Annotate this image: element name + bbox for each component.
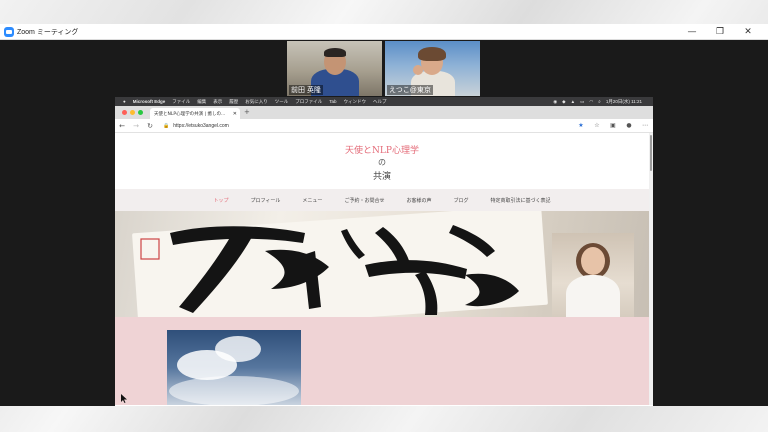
menu-window[interactable]: ウィンドウ <box>344 99 367 105</box>
profile-photo <box>552 233 634 317</box>
lock-icon: 🔒 <box>163 122 170 129</box>
menubar-status-area: ◉ ◆ ▲ ▭ ◠ ⌕ 1月20日(水) 11:21 <box>553 99 647 105</box>
restore-button[interactable]: ❐ <box>706 24 734 40</box>
site-title-line3: 共演 <box>372 172 391 182</box>
close-window-button[interactable] <box>122 110 127 115</box>
close-tab-icon[interactable]: ✕ <box>233 111 237 117</box>
forward-icon[interactable]: → <box>129 122 143 130</box>
url-text: https://etsuko3angel.com <box>173 122 229 129</box>
menu-history[interactable]: 履歴 <box>229 99 238 105</box>
content-section <box>115 317 649 405</box>
brush-stroke <box>465 273 519 307</box>
profile-icon[interactable]: ● <box>621 122 637 129</box>
nav-booking[interactable]: ご予約・お問合せ <box>344 197 384 204</box>
collections-icon[interactable]: ▣ <box>605 122 621 129</box>
participant-hand <box>413 65 423 75</box>
menubar-app-name[interactable]: Microsoft Edge <box>133 99 166 104</box>
status-icon[interactable]: ◆ <box>562 99 565 105</box>
nav-testimonials[interactable]: お客様の声 <box>406 197 431 204</box>
participant-name: えつこ@東京 <box>387 85 433 95</box>
close-button[interactable]: ✕ <box>734 24 762 40</box>
refresh-icon[interactable]: ↻ <box>143 122 157 130</box>
participant-tile[interactable]: えつこ@東京 <box>385 41 480 96</box>
nav-top[interactable]: トップ <box>214 197 229 204</box>
more-menu-icon[interactable]: ⋯ <box>637 122 653 129</box>
brush-stroke <box>265 249 329 289</box>
shared-screen: ● Microsoft Edge ファイル 編集 表示 履歴 お気に入り ツール… <box>115 97 653 406</box>
page-scrollbar[interactable] <box>649 133 653 405</box>
hero-banner <box>115 211 649 317</box>
angel-cloud-image[interactable] <box>167 330 301 405</box>
browser-tab[interactable]: 天使とNLP心理学の共演 | 癒しの... ✕ <box>150 108 240 119</box>
window-controls: — ❐ ✕ <box>678 24 762 40</box>
wifi-icon[interactable]: ◠ <box>589 99 593 105</box>
participant-name: 前田 英隆 <box>289 85 323 95</box>
nav-menu[interactable]: メニュー <box>302 197 322 204</box>
photo-face <box>581 247 605 275</box>
cloud-shape <box>215 336 261 362</box>
photo-blouse <box>566 275 620 317</box>
menu-tools[interactable]: ツール <box>275 99 289 105</box>
tab-title: 天使とNLP心理学の共演 | 癒しの... <box>154 111 226 117</box>
seal-stamp <box>140 238 160 260</box>
menu-edit[interactable]: 編集 <box>197 99 206 105</box>
search-icon[interactable]: ⌕ <box>598 99 601 104</box>
menu-favorites[interactable]: お気に入り <box>245 99 268 105</box>
new-tab-icon[interactable]: + <box>244 108 250 116</box>
window-title: Zoom ミーティング <box>17 28 79 36</box>
status-icon[interactable]: ◉ <box>553 99 557 105</box>
menu-view[interactable]: 表示 <box>213 99 222 105</box>
participant-tile[interactable]: 前田 英隆 <box>287 41 382 96</box>
site-title-line2: の <box>378 158 386 167</box>
status-icon[interactable]: ▲ <box>571 99 575 104</box>
mac-menubar: ● Microsoft Edge ファイル 編集 表示 履歴 お気に入り ツール… <box>115 97 653 106</box>
menu-tab[interactable]: Tab <box>329 99 336 104</box>
menubar-clock[interactable]: 1月20日(水) 11:21 <box>606 99 642 105</box>
back-icon[interactable]: ← <box>115 122 129 130</box>
website-viewport: 天使とNLP心理学 の 共演 トップ プロフィール メニュー ご予約・お問合せ … <box>115 133 653 405</box>
favorite-star-icon[interactable]: ★ <box>573 122 589 129</box>
menu-profile[interactable]: プロファイル <box>295 99 322 105</box>
minimize-button[interactable]: — <box>678 24 706 40</box>
menu-file[interactable]: ファイル <box>172 99 190 105</box>
site-title-line1[interactable]: 天使とNLP心理学 <box>115 143 649 156</box>
zoom-window-button[interactable] <box>138 110 143 115</box>
zoom-logo-icon <box>4 26 14 37</box>
favorites-icon[interactable]: ☆ <box>589 122 605 129</box>
nav-blog[interactable]: ブログ <box>453 197 468 204</box>
address-bar[interactable]: 🔒 https://etsuko3angel.com <box>163 121 553 130</box>
nav-legal[interactable]: 特定商取引法に基づく表記 <box>490 197 550 204</box>
zoom-titlebar: Zoom ミーティング — ❐ ✕ <box>0 24 768 40</box>
apple-icon[interactable]: ● <box>123 99 126 104</box>
browser-toolbar: ← → ↻ 🔒 https://etsuko3angel.com ★ ☆ ▣ ●… <box>115 119 653 133</box>
menu-help[interactable]: ヘルプ <box>373 99 387 105</box>
participant-hair <box>324 48 346 57</box>
brush-stroke <box>341 229 365 259</box>
brush-stroke <box>415 271 438 315</box>
cloud-shape <box>169 376 299 405</box>
site-nav: トップ プロフィール メニュー ご予約・お問合せ お客様の声 ブログ 特定商取引… <box>115 189 649 211</box>
toolbar-icons: ★ ☆ ▣ ● ⋯ <box>573 122 653 129</box>
nav-profile[interactable]: プロフィール <box>251 197 281 204</box>
participant-hair <box>418 47 446 61</box>
minimize-window-button[interactable] <box>130 110 135 115</box>
window-traffic-lights <box>122 110 146 115</box>
mouse-cursor-icon <box>121 394 127 403</box>
brush-stroke <box>449 225 495 257</box>
battery-icon[interactable]: ▭ <box>580 99 584 105</box>
browser-tabbar: 天使とNLP心理学の共演 | 癒しの... ✕ + <box>115 106 653 119</box>
